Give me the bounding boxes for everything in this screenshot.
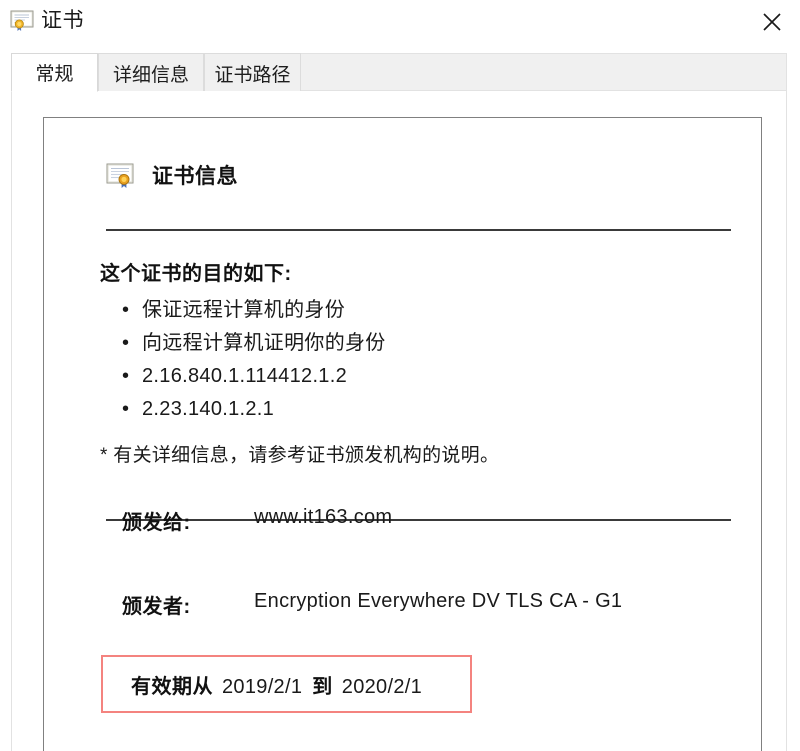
- field-issued-to: 颁发给: www.it163.com: [44, 506, 763, 538]
- certificate-icon: [106, 163, 134, 189]
- purpose-footnote: * 有关详细信息，请参考证书颁发机构的说明。: [100, 445, 500, 466]
- tab-certification-path-label: 证书路径: [214, 64, 291, 86]
- validity-from-label: 有效期从: [131, 675, 213, 698]
- close-button[interactable]: [744, 0, 800, 44]
- list-item: 2.16.840.1.114412.1.2: [120, 360, 680, 393]
- list-item: 向远程计算机证明你的身份: [120, 327, 680, 360]
- validity-period-highlight: 有效期从 2019/2/1 到 2020/2/1: [101, 655, 472, 713]
- tab-certification-path[interactable]: 证书路径: [204, 53, 301, 92]
- validity-from-date: 2019/2/1: [222, 675, 303, 698]
- purpose-heading: 这个证书的目的如下:: [100, 263, 292, 285]
- certificate-icon: [10, 10, 34, 32]
- list-item: 保证远程计算机的身份: [120, 294, 680, 327]
- window-title: 证书: [41, 9, 84, 32]
- certificate-info-card: 证书信息 这个证书的目的如下: 保证远程计算机的身份 向远程计算机证明你的身份 …: [43, 117, 762, 751]
- tab-details-label: 详细信息: [112, 64, 189, 86]
- tab-panel-general: 证书信息 这个证书的目的如下: 保证远程计算机的身份 向远程计算机证明你的身份 …: [11, 91, 787, 751]
- header-divider: [106, 229, 731, 231]
- tab-details[interactable]: 详细信息: [98, 53, 204, 92]
- certificate-info-header: 证书信息: [96, 160, 721, 204]
- validity-to-date: 2020/2/1: [341, 675, 423, 698]
- list-item: 2.23.140.1.2.1: [120, 393, 680, 426]
- tab-strip: 常规 详细信息 证书路径: [0, 44, 800, 92]
- title-bar: 证书: [0, 0, 800, 44]
- tab-general[interactable]: 常规: [11, 53, 98, 92]
- tab-general-label: 常规: [35, 64, 74, 85]
- field-issued-by: 颁发者: Encryption Everywhere DV TLS CA - G…: [44, 590, 763, 622]
- validity-to-label: 到: [312, 675, 333, 698]
- validity-period: 有效期从 2019/2/1 到 2020/2/1: [103, 670, 422, 699]
- purpose-list: 保证远程计算机的身份 向远程计算机证明你的身份 2.16.840.1.11441…: [120, 294, 680, 426]
- field-issued-by-label: 颁发者:: [122, 596, 191, 618]
- field-issued-to-label: 颁发给:: [122, 512, 191, 534]
- card-header-title: 证书信息: [152, 165, 238, 188]
- field-issued-to-value: www.it163.com: [254, 506, 393, 528]
- certificate-dialog: 证书 常规 详细信息 证书路径 证书信息 这个证书的目的如下: • 保证远程计算…: [0, 0, 800, 751]
- field-issued-by-value: Encryption Everywhere DV TLS CA - G1: [254, 590, 623, 612]
- close-icon: [761, 11, 783, 33]
